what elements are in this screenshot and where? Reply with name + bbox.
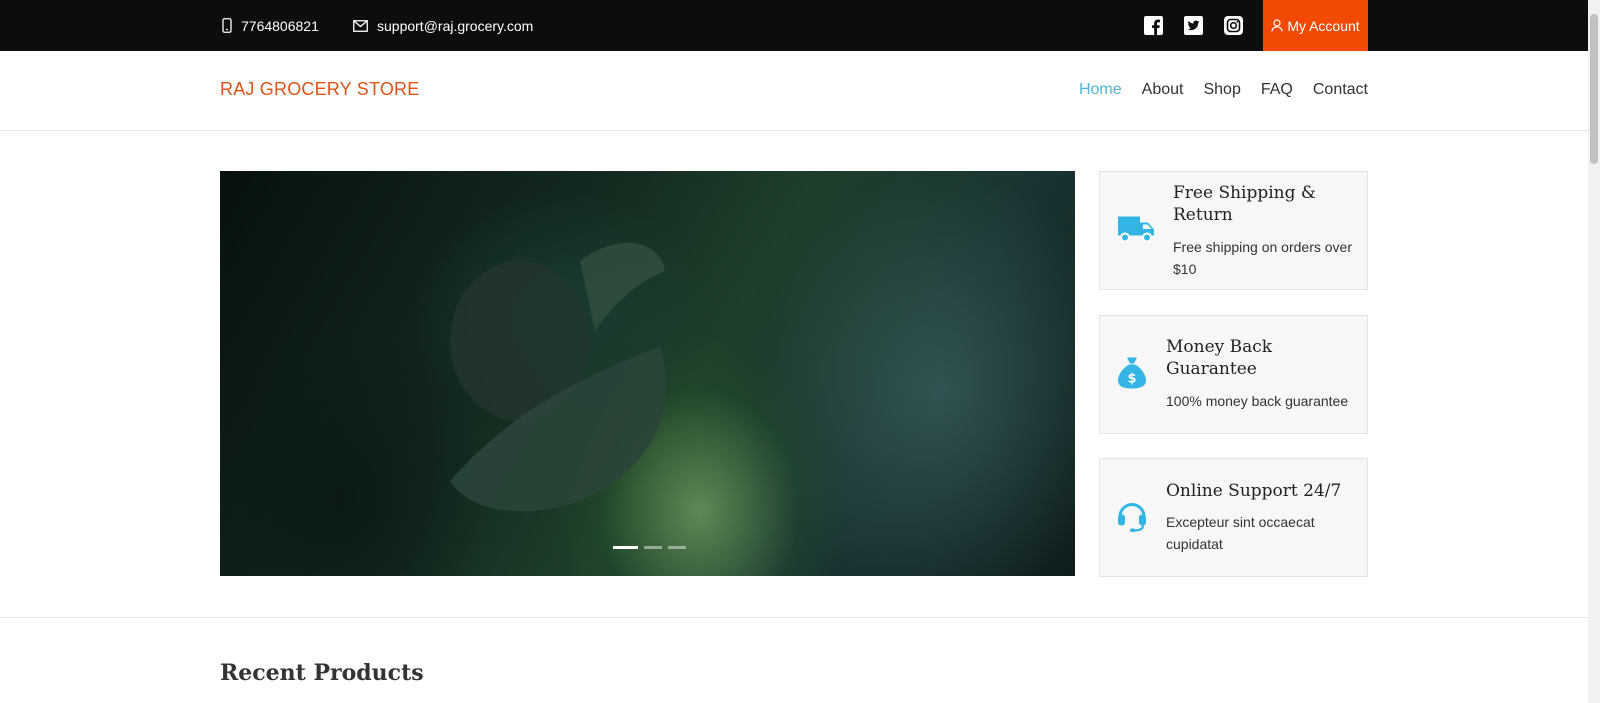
section-divider [0, 617, 1588, 618]
feature-title: Free Shipping & Return [1173, 183, 1317, 225]
instagram-icon[interactable] [1222, 14, 1244, 36]
phone-number: 7764806821 [241, 17, 319, 34]
slider-dot-1[interactable] [613, 546, 638, 549]
hero-slider[interactable] [220, 171, 1075, 576]
feature-card-shipping: Free Shipping & Return Free shipping on … [1099, 171, 1368, 290]
feature-title: Money Back Guarantee [1166, 337, 1273, 379]
money-bag-icon: $ [1116, 355, 1148, 394]
slider-dot-2[interactable] [644, 546, 662, 549]
headset-icon [1116, 498, 1148, 537]
nav-shop[interactable]: Shop [1203, 81, 1240, 99]
recent-products-title: Recent Products [220, 660, 424, 686]
nav-faq[interactable]: FAQ [1261, 81, 1293, 99]
email-contact[interactable]: support@raj.grocery.com [353, 0, 533, 51]
facebook-icon[interactable] [1142, 14, 1164, 36]
nav-contact[interactable]: Contact [1313, 81, 1368, 99]
hero-leaf-shape [450, 242, 667, 512]
feature-text: 100% money back guarantee [1166, 393, 1349, 409]
site-logo[interactable]: RAJ GROCERY STORE [220, 79, 419, 100]
my-account-label: My Account [1287, 17, 1360, 34]
user-icon [1271, 19, 1283, 32]
slider-dot-3[interactable] [668, 546, 686, 549]
site-header: RAJ GROCERY STORE Home About Shop FAQ Co… [0, 51, 1588, 131]
scrollbar-thumb[interactable] [1590, 14, 1598, 164]
nav-home[interactable]: Home [1079, 81, 1122, 99]
feature-text: Free shipping on orders over $10 [1173, 239, 1352, 277]
my-account-button[interactable]: My Account [1263, 0, 1368, 51]
feature-card-support: Online Support 24/7 Excepteur sint occae… [1099, 458, 1368, 577]
main-nav: Home About Shop FAQ Contact [1079, 81, 1368, 99]
feature-title: Online Support 24/7 [1166, 481, 1342, 501]
feature-text: Excepteur sint occaecat cupidatat [1166, 514, 1315, 552]
page-scrollbar[interactable] [1588, 0, 1600, 703]
mail-icon [353, 19, 368, 32]
twitter-icon[interactable] [1182, 14, 1204, 36]
slider-dots [613, 546, 686, 549]
svg-text:$: $ [1127, 371, 1136, 386]
phone-icon [222, 18, 232, 33]
phone-contact[interactable]: 7764806821 [222, 0, 319, 51]
truck-icon [1116, 211, 1156, 250]
nav-about[interactable]: About [1142, 81, 1184, 99]
email-address: support@raj.grocery.com [377, 17, 534, 34]
feature-card-money-back: $ Money Back Guarantee 100% money back g… [1099, 315, 1368, 434]
top-bar: 7764806821 support@raj.grocery.com My Ac… [0, 0, 1588, 51]
